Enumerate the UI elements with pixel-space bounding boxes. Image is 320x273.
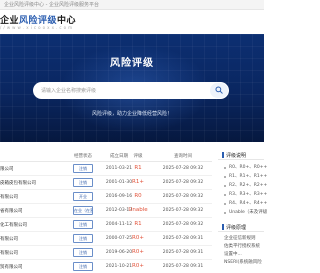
site-url: / / w w w . x i c o o x x . c o m bbox=[0, 25, 73, 30]
sidebar-section-header: 评级说明 bbox=[218, 150, 264, 160]
top-utility-bar: 企业风险评级中心 - 企业风险评级服务平台 bbox=[0, 0, 264, 10]
list-item: R0、R0+、R0++ bbox=[218, 163, 267, 172]
hero-title: 风险评级 bbox=[110, 58, 154, 69]
status-badge: 在业（在营业） bbox=[73, 206, 93, 215]
principle-line: 设置中... bbox=[224, 252, 242, 257]
rating-value: R0+ bbox=[132, 235, 144, 241]
table-row[interactable]: 有限公司 开业 2016-09-16 R0 2025-07-28 09:32 bbox=[0, 190, 212, 204]
status-badge: 开业 bbox=[73, 192, 93, 201]
table-row[interactable]: 限公司 注销 2011-03-21 R1 2025-07-28 09:32 bbox=[0, 162, 212, 176]
query-time: 2025-07-28 09:31 bbox=[162, 264, 204, 269]
header-founded: 成立日期 bbox=[110, 154, 128, 159]
rating-table: 经营状态 成立日期 评级 查询时间 限公司 注销 2011-03-21 R1 2… bbox=[0, 148, 212, 273]
table-row[interactable]: 化工有限公司 注销 2004-11-12 R1 2025-07-28 09:32 bbox=[0, 218, 212, 232]
search-button[interactable] bbox=[210, 83, 228, 98]
section-accent-bar bbox=[222, 152, 224, 158]
list-item: R3、R3+、R3++ bbox=[218, 190, 267, 199]
rating-legend-list: R0、R0+、R0++ R1、R1+、R1++ R2、R2+、R2++ R3、R… bbox=[218, 160, 267, 217]
header-status: 经营状态 bbox=[74, 154, 92, 159]
section-accent-bar bbox=[222, 224, 224, 230]
rating-value: Unable bbox=[128, 207, 148, 213]
list-item: R2、R2+、R2++ bbox=[218, 181, 267, 190]
top-utility-text: 企业风险评级中心 - 企业风险评级服务平台 bbox=[4, 2, 99, 8]
site-header: 企业风险评级中心 / / w w w . x i c o o x x . c o… bbox=[0, 10, 264, 34]
query-time: 2025-07-28 09:31 bbox=[162, 250, 204, 255]
header-query-time: 查询时间 bbox=[174, 154, 192, 159]
header-rating: 评级 bbox=[133, 154, 143, 159]
company-name[interactable]: 省有限公司 bbox=[0, 208, 23, 214]
query-time: 2025-07-28 09:31 bbox=[162, 236, 204, 241]
status-badge: 注销 bbox=[73, 248, 93, 257]
status-badge: 注销 bbox=[73, 220, 93, 229]
company-name[interactable]: 皮箱皮包有限公司 bbox=[0, 180, 36, 186]
hero-subtitle: 风险评级，助力企业降低经营风险！ bbox=[91, 111, 172, 117]
company-name[interactable]: 限公司 bbox=[0, 166, 14, 172]
rating-value: R0+ bbox=[132, 249, 144, 255]
list-item: R4、R4+、R4++ bbox=[218, 199, 267, 208]
query-time: 2025-07-28 09:32 bbox=[162, 208, 204, 213]
list-item: Unable（未及评级 bbox=[218, 208, 267, 217]
status-badge: 注销 bbox=[73, 164, 93, 173]
search-icon bbox=[215, 86, 223, 94]
rating-value: R1 bbox=[134, 221, 142, 227]
company-name[interactable]: 化工有限公司 bbox=[0, 222, 27, 228]
sidebar-section-header: 评级原理 bbox=[218, 222, 264, 232]
table-header: 经营状态 成立日期 评级 查询时间 bbox=[0, 148, 212, 162]
sidebar-section-title: 评级说明 bbox=[226, 153, 247, 159]
query-time: 2025-07-28 09:32 bbox=[162, 166, 204, 171]
query-time: 2025-07-28 09:32 bbox=[162, 194, 204, 199]
table-row[interactable]: 贸有限公司 注销 2021-10-21 R0+ 2025-07-28 09:31 bbox=[0, 260, 212, 273]
query-time: 2025-07-28 09:32 bbox=[162, 180, 204, 185]
rating-value: R0+ bbox=[132, 263, 144, 269]
table-row[interactable]: 皮箱皮包有限公司 注销 2001-01-30 R1+ 2025-07-28 09… bbox=[0, 176, 212, 190]
status-badge: 注销 bbox=[73, 262, 93, 271]
query-time: 2025-07-28 09:32 bbox=[162, 222, 204, 227]
table-row[interactable]: 有限公司 注销 2019-06-20 R0+ 2025-07-28 09:31 bbox=[0, 246, 212, 260]
table-row[interactable]: 有限公司 注销 2000-07-25 R0+ 2025-07-28 09:31 bbox=[0, 232, 212, 246]
principle-text: 企业征信新规则 估类平行授权系统 设置中... NSERI(系统融风险 bbox=[218, 232, 264, 267]
rating-value: R0 bbox=[134, 193, 142, 199]
table-row[interactable]: 省有限公司 在业（在营业） 2012-03-13 Unable 2025-07-… bbox=[0, 204, 212, 218]
sidebar-rating-principle: 评级原理 企业征信新规则 估类平行授权系统 设置中... NSERI(系统融风险 bbox=[218, 222, 264, 267]
sidebar-rating-legend: 评级说明 R0、R0+、R0++ R1、R1+、R1++ R2、R2+、R2++… bbox=[218, 150, 267, 217]
company-name[interactable]: 贸有限公司 bbox=[0, 264, 23, 270]
principle-line: NSERI(系统融风险 bbox=[224, 260, 262, 265]
company-name[interactable]: 有限公司 bbox=[0, 236, 18, 242]
search-box bbox=[33, 82, 229, 99]
principle-line: 企业征信新规则 bbox=[224, 236, 256, 241]
hero-banner: 风险评级 风险评级，助力企业降低经营风险！ bbox=[0, 34, 264, 142]
status-badge: 注销 bbox=[73, 178, 93, 187]
company-name[interactable]: 有限公司 bbox=[0, 250, 18, 256]
status-badge: 注销 bbox=[73, 234, 93, 243]
rating-value: R1 bbox=[134, 165, 142, 171]
rating-value: R1+ bbox=[132, 179, 144, 185]
list-item: R1、R1+、R1++ bbox=[218, 172, 267, 181]
sidebar-section-title: 评级原理 bbox=[226, 225, 247, 231]
principle-line: 估类平行授权系统 bbox=[224, 244, 260, 249]
search-input[interactable] bbox=[41, 84, 201, 97]
company-name[interactable]: 有限公司 bbox=[0, 194, 18, 200]
